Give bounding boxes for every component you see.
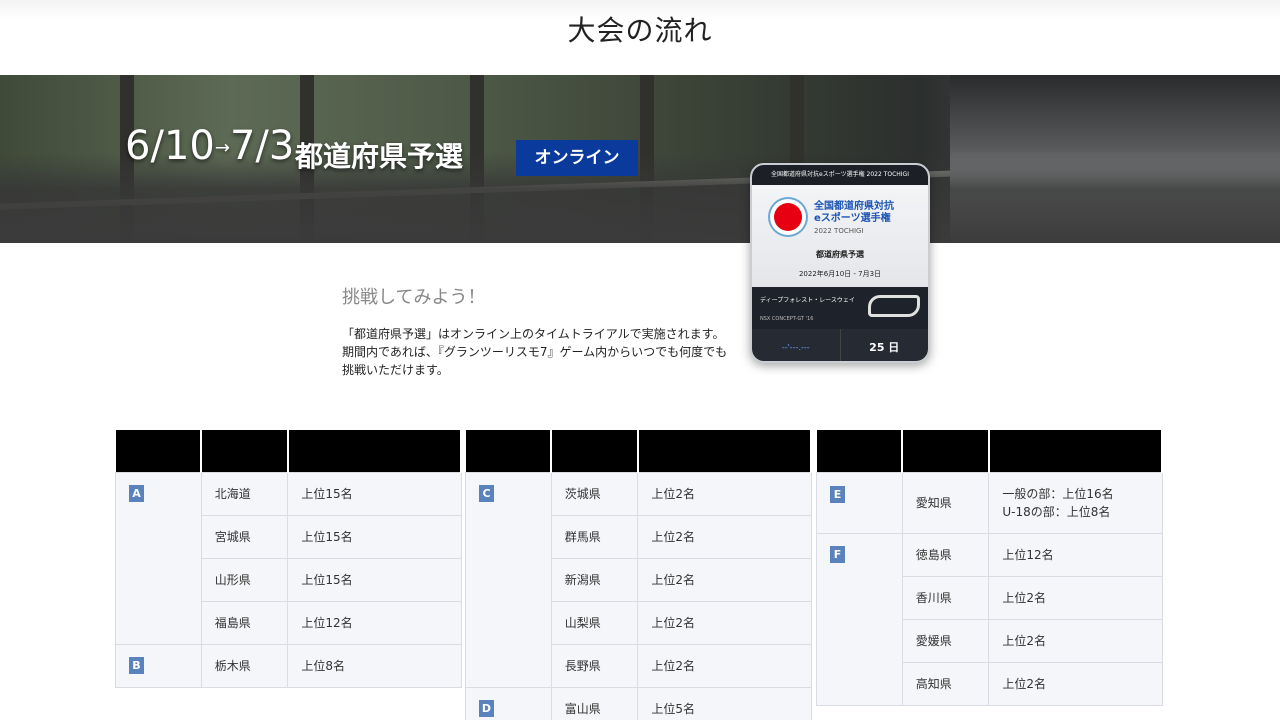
group-badge: E (830, 485, 845, 503)
group-badge: B (129, 656, 144, 674)
card-header: 全国都道府県対抗eスポーツ選手権 2022 TOCHIGI (752, 165, 928, 185)
prefecture-cell: 徳島県 (901, 532, 990, 577)
prefecture-cell: 群馬県 (550, 514, 639, 559)
group-cell: F (816, 532, 903, 706)
slots-cell: 上位15名 (287, 557, 462, 602)
intro-section: 挑戦してみよう！ 「都道府県予選」はオンライン上のタイムトライアルで実施されます… (342, 283, 732, 379)
banner-dates: 6/10→7/3 (125, 123, 295, 169)
prefecture-cell: 北海道 (200, 471, 289, 516)
prefecture-table-3: E 愛知県 一般の部：上位16名 U-18の部：上位8名 F 徳島県 上位12名… (816, 430, 1164, 706)
prefecture-cell: 茨城県 (550, 471, 639, 516)
table-header-cell (115, 430, 203, 472)
slots-cell: 上位2名 (988, 618, 1163, 663)
slots-cell: 上位2名 (637, 471, 812, 516)
rising-sun-logo (774, 203, 802, 231)
table-row: E 愛知県 一般の部：上位16名 U-18の部：上位8名 (816, 471, 1163, 534)
prefecture-cell: 宮城県 (200, 514, 289, 559)
banner-qualifier-title: 都道府県予選 (295, 140, 464, 173)
slots-cell: 上位8名 (287, 643, 462, 688)
prefecture-cell: 富山県 (550, 686, 639, 720)
prefecture-cell: 高知県 (901, 661, 990, 706)
card-subtitle: 2022 TOCHIGI (814, 227, 864, 235)
group-badge: D (479, 699, 494, 717)
table-header-cell (637, 430, 813, 472)
table-row: F 徳島県 上位12名 (816, 532, 1163, 706)
slots-cell: 上位2名 (637, 557, 812, 602)
table-header-row (465, 430, 813, 472)
slots-cell: 上位12名 (988, 532, 1163, 577)
prefecture-cell: 山梨県 (550, 600, 639, 645)
slots-cell: 一般の部：上位16名 U-18の部：上位8名 (988, 471, 1163, 534)
table-row: C 茨城県 上位2名 (465, 471, 812, 688)
prefecture-cell: 長野県 (550, 643, 639, 688)
group-cell: D (465, 686, 552, 720)
prefecture-cell: 福島県 (200, 600, 289, 645)
group-cell: A (115, 471, 202, 645)
group-badge: C (479, 484, 494, 502)
slots-cell: 上位2名 (988, 575, 1163, 620)
table-header-cell (551, 430, 639, 472)
group-cell: E (816, 471, 903, 534)
page-title: 大会の流れ (0, 0, 1280, 62)
group-badge: A (129, 484, 144, 502)
table-header-row (816, 430, 1164, 472)
group-cell: B (115, 643, 202, 688)
slots-cell: 上位15名 (287, 471, 462, 516)
card-dates: 2022年6月10日 - 7月3日 (798, 270, 882, 278)
table-header-cell (816, 430, 904, 472)
slots-cell: 上位2名 (637, 600, 812, 645)
table-row: A 北海道 上位15名 (115, 471, 462, 645)
table-header-cell (201, 430, 289, 472)
card-title: 全国都道府県対抗 eスポーツ選手権 (814, 201, 894, 224)
prefecture-cell: 愛知県 (901, 471, 990, 534)
table-header-cell (902, 430, 990, 472)
table-row: D 富山県 上位5名 (465, 686, 812, 720)
prefecture-cell: 愛媛県 (901, 618, 990, 663)
card-footer: --'---.--- 25 日 (752, 329, 928, 361)
slots-cell: 上位2名 (988, 661, 1163, 706)
slots-cell: 上位2名 (637, 643, 812, 688)
online-badge: オンライン (516, 140, 638, 176)
table-header-cell (287, 430, 463, 472)
prefecture-cell: 新潟県 (550, 557, 639, 602)
intro-text-1: 「都道府県予選」はオンライン上のタイムトライアルで実施されます。 (342, 327, 725, 341)
prefecture-cell: 栃木県 (200, 643, 289, 688)
card-time: --'---.--- (752, 329, 841, 361)
table-header-cell (988, 430, 1164, 472)
card-body: 全国都道府県対抗 eスポーツ選手権 2022 TOCHIGI 都道府県予選 20… (752, 185, 928, 287)
card-round: 都道府県予選 (816, 250, 864, 259)
table-header-row (115, 430, 463, 472)
prefecture-table-1: A 北海道 上位15名 宮城県 上位15名 山形県 上位15名 福島県 上位12… (115, 430, 463, 688)
slots-cell: 上位5名 (637, 686, 812, 720)
hero-banner: 6/10→7/3 都道府県予選 オンライン (0, 75, 1280, 243)
card-course: ディープフォレスト・レースウェイ NSX CONCEPT-GT '16 (752, 287, 928, 329)
track-layout-icon (868, 295, 920, 317)
intro-heading: 挑戦してみよう！ (342, 287, 486, 308)
table-header-cell (465, 430, 553, 472)
prefecture-table-2: C 茨城県 上位2名 群馬県 上位2名 新潟県 上位2名 山梨県 上位2名 長野… (465, 430, 813, 720)
event-card-image: 全国都道府県対抗eスポーツ選手権 2022 TOCHIGI 全国都道府県対抗 e… (750, 163, 930, 363)
prefecture-cell: 山形県 (200, 557, 289, 602)
group-badge: F (830, 545, 845, 563)
slots-cell: 上位2名 (637, 514, 812, 559)
prefecture-cell: 香川県 (901, 575, 990, 620)
slots-cell: 上位12名 (287, 600, 462, 645)
table-row: B 栃木県 上位8名 (115, 643, 462, 688)
intro-text-2: 期間内であれば、『グランツーリスモ7』ゲーム内からいつでも何度でも挑戦いただけま… (342, 345, 728, 377)
card-days: 25 日 (869, 341, 900, 354)
slots-cell: 上位15名 (287, 514, 462, 559)
group-cell: C (465, 471, 552, 688)
